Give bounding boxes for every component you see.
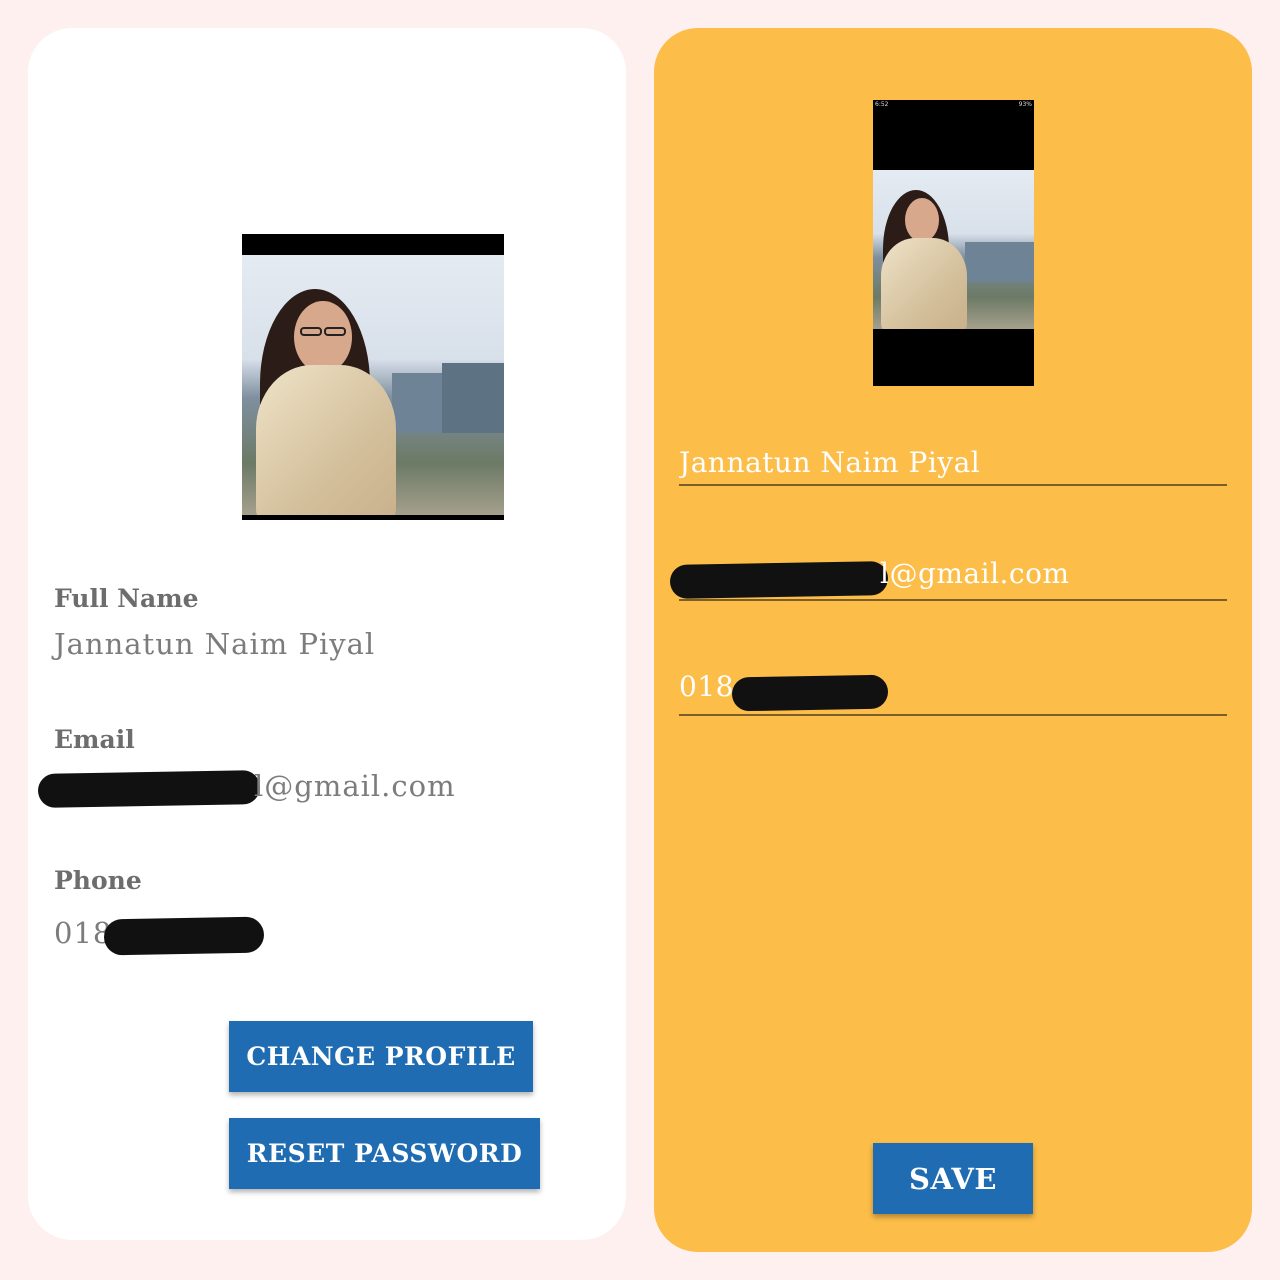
email-label: Email	[54, 725, 135, 754]
selected-photo-preview[interactable]: 6:52 93%	[873, 100, 1034, 386]
status-battery: 93%	[1018, 101, 1032, 108]
edit-phone-redaction	[731, 674, 889, 712]
name-input[interactable]	[679, 440, 1227, 486]
edit-phone-value: 018	[679, 670, 734, 703]
phone-redaction	[103, 916, 265, 956]
profile-photo-image	[242, 255, 504, 515]
mini-status-bar: 6:52 93%	[875, 101, 1032, 111]
full-name-label: Full Name	[54, 584, 199, 613]
email-redaction	[37, 770, 261, 808]
status-time: 6:52	[875, 101, 889, 108]
reset-password-button[interactable]: RESET PASSWORD	[229, 1118, 540, 1189]
email-value: l@gmail.com	[254, 769, 456, 803]
profile-photo	[242, 234, 504, 520]
save-button[interactable]: SAVE	[873, 1143, 1033, 1214]
full-name-value: Jannatun Naim Piyal	[54, 627, 376, 661]
edit-email-value: l@gmail.com	[880, 557, 1070, 590]
change-profile-button[interactable]: CHANGE PROFILE	[229, 1021, 533, 1092]
edit-email-redaction	[669, 561, 889, 599]
selected-photo-image	[873, 170, 1034, 329]
phone-label: Phone	[54, 866, 142, 895]
